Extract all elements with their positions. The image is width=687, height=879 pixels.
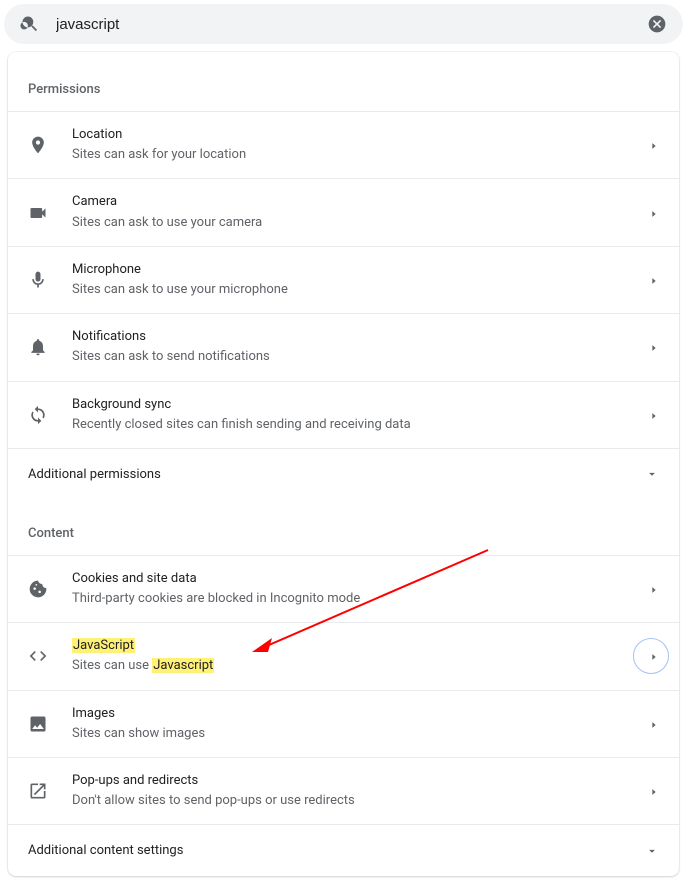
row-title: Microphone — [72, 261, 649, 279]
row-images[interactable]: Images Sites can show images — [8, 690, 679, 757]
highlight: Javascript — [152, 658, 214, 673]
highlight: JavaScript — [72, 638, 135, 653]
image-icon — [28, 714, 48, 734]
permissions-heading: Permissions — [8, 72, 679, 111]
chevron-down-icon — [645, 844, 659, 858]
row-title: Pop-ups and redirects — [72, 772, 649, 790]
row-notifications[interactable]: Notifications Sites can ask to send noti… — [8, 313, 679, 380]
microphone-icon — [28, 270, 48, 290]
row-subtitle: Sites can use Javascript — [72, 657, 649, 675]
row-location[interactable]: Location Sites can ask for your location — [8, 111, 679, 178]
row-title: Location — [72, 126, 649, 144]
additional-permissions[interactable]: Additional permissions — [8, 448, 679, 500]
search-input[interactable] — [56, 16, 647, 33]
expander-label: Additional permissions — [28, 467, 161, 482]
sync-icon — [28, 405, 48, 425]
row-javascript[interactable]: JavaScript Sites can use Javascript — [8, 622, 679, 689]
chevron-down-icon — [645, 467, 659, 481]
chevron-right-icon — [649, 584, 659, 594]
chevron-right-icon — [649, 275, 659, 285]
row-subtitle: Don't allow sites to send pop-ups or use… — [72, 792, 649, 810]
search-icon — [20, 14, 40, 34]
row-subtitle: Third-party cookies are blocked in Incog… — [72, 590, 649, 608]
code-icon — [28, 646, 48, 666]
additional-content-settings[interactable]: Additional content settings — [8, 824, 679, 876]
search-bar[interactable] — [4, 4, 683, 44]
chevron-right-icon — [649, 786, 659, 796]
chevron-right-icon — [649, 140, 659, 150]
location-icon — [28, 135, 48, 155]
cookie-icon — [28, 579, 48, 599]
row-title: Cookies and site data — [72, 570, 649, 588]
clear-search-icon[interactable] — [647, 14, 667, 34]
row-cookies[interactable]: Cookies and site data Third-party cookie… — [8, 555, 679, 622]
row-title: Images — [72, 705, 649, 723]
settings-panel: Permissions Location Sites can ask for y… — [8, 52, 679, 876]
row-background-sync[interactable]: Background sync Recently closed sites ca… — [8, 381, 679, 448]
chevron-right-icon — [649, 651, 659, 661]
content-heading: Content — [8, 500, 679, 555]
row-title: Camera — [72, 193, 649, 211]
row-subtitle: Sites can show images — [72, 725, 649, 743]
row-subtitle: Recently closed sites can finish sending… — [72, 416, 649, 434]
popup-icon — [28, 781, 48, 801]
chevron-right-icon — [649, 410, 659, 420]
row-camera[interactable]: Camera Sites can ask to use your camera — [8, 178, 679, 245]
row-title: JavaScript — [72, 637, 649, 655]
row-title: Notifications — [72, 328, 649, 346]
row-subtitle: Sites can ask to use your camera — [72, 214, 649, 232]
row-subtitle: Sites can ask to send notifications — [72, 348, 649, 366]
notifications-icon — [28, 337, 48, 357]
row-popups[interactable]: Pop-ups and redirects Don't allow sites … — [8, 757, 679, 824]
row-subtitle: Sites can ask for your location — [72, 146, 649, 164]
row-title: Background sync — [72, 396, 649, 414]
row-subtitle: Sites can ask to use your microphone — [72, 281, 649, 299]
camera-icon — [28, 203, 48, 223]
row-microphone[interactable]: Microphone Sites can ask to use your mic… — [8, 246, 679, 313]
chevron-right-icon — [649, 719, 659, 729]
chevron-right-icon — [649, 342, 659, 352]
chevron-right-icon — [649, 208, 659, 218]
expander-label: Additional content settings — [28, 843, 183, 858]
